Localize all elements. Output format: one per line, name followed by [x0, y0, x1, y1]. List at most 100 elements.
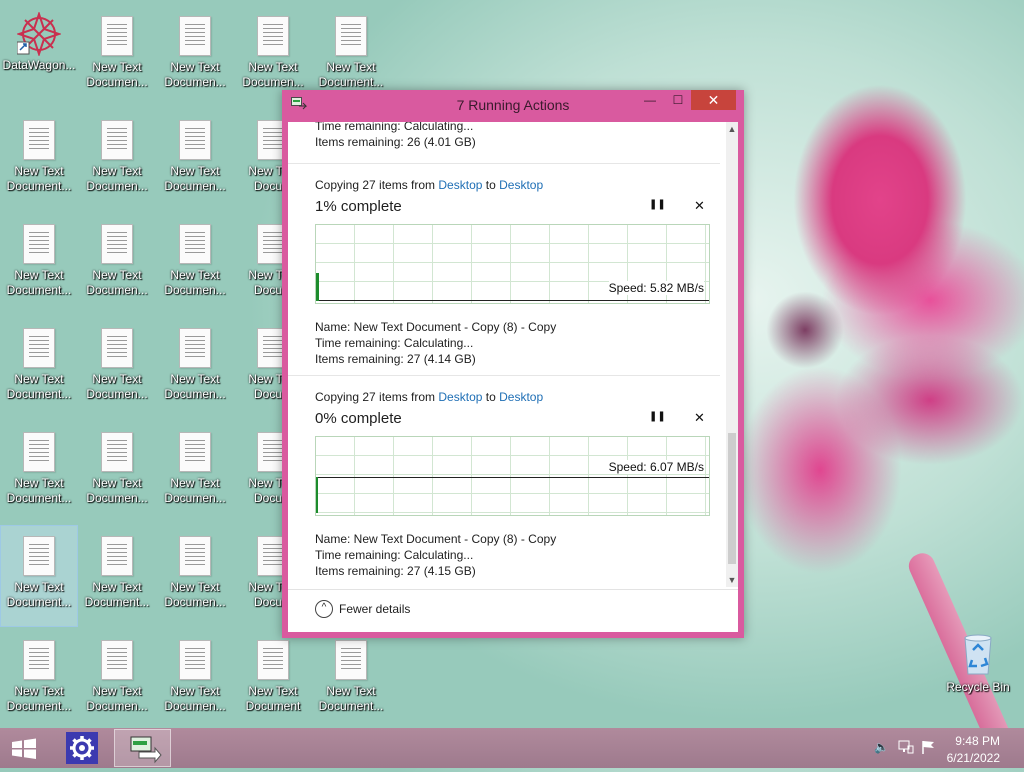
- items-remaining: Items remaining: 27 (4.14 GB): [315, 352, 476, 366]
- desktop-icon-label: New Text Documen...: [164, 684, 226, 713]
- text-document-icon: [179, 328, 211, 368]
- maximize-button[interactable]: ☐: [664, 90, 692, 110]
- desktop-icon-text-document[interactable]: New Text Documen...: [157, 526, 233, 626]
- desktop-icon-text-document[interactable]: New Text Documen...: [79, 110, 155, 210]
- desktop-icon-text-document[interactable]: New Text Documen...: [79, 422, 155, 522]
- text-document-icon: [101, 120, 133, 160]
- desktop-icon-recycle-bin[interactable]: Recycle Bin: [940, 626, 1016, 726]
- text-document-icon: [23, 120, 55, 160]
- text-document-icon: [335, 640, 367, 680]
- title-bar[interactable]: 7 Running Actions — ☐ ✕: [282, 90, 744, 120]
- desktop-icon-label: New Text Document: [245, 684, 301, 713]
- desktop-icon-text-document[interactable]: New Text Document...: [1, 214, 77, 314]
- destination-link[interactable]: Desktop: [499, 178, 543, 192]
- desktop-icon-label: New Text Documen...: [164, 476, 226, 505]
- text-document-icon: [101, 16, 133, 56]
- desktop-icon-text-document[interactable]: New Text Documen...: [79, 630, 155, 730]
- text-document-icon: [257, 640, 289, 680]
- time-remaining: Time remaining: Calculating...: [315, 122, 474, 133]
- details-footer: ^ Fewer details: [288, 589, 738, 633]
- desktop-icon-text-document[interactable]: New Text Documen...: [157, 422, 233, 522]
- source-link[interactable]: Desktop: [438, 178, 482, 192]
- text-document-icon: [257, 16, 289, 56]
- desktop-icon-text-document[interactable]: New Text Document...: [313, 630, 389, 730]
- recycle-bin-icon: [961, 632, 995, 676]
- text-document-icon: [23, 432, 55, 472]
- time-remaining: Time remaining: Calculating...: [315, 336, 474, 350]
- text-document-icon: [179, 120, 211, 160]
- time-remaining: Time remaining: Calculating...: [315, 548, 474, 562]
- desktop-icon-text-document[interactable]: New Text Documen...: [157, 6, 233, 106]
- close-button[interactable]: ✕: [691, 90, 736, 110]
- desktop-icon-text-document[interactable]: New Text Document...: [0, 525, 78, 627]
- clock[interactable]: 9:48 PM 6/21/2022: [947, 733, 1000, 767]
- scrollbar-thumb[interactable]: [728, 433, 736, 564]
- text-document-icon: [23, 224, 55, 264]
- file-copy-taskbar-button[interactable]: [114, 729, 171, 767]
- action-center-flag-icon[interactable]: [921, 740, 937, 757]
- volume-muted-icon[interactable]: 🔈: [874, 740, 889, 754]
- cancel-button[interactable]: ✕: [694, 410, 705, 426]
- start-button[interactable]: [6, 729, 42, 767]
- desktop-icon-label: New Text Document...: [6, 268, 72, 297]
- scroll-up-icon[interactable]: ▲: [726, 124, 738, 134]
- desktop-icon-label: New Text Documen...: [164, 164, 226, 193]
- desktop-icon-text-document[interactable]: New Text Documen...: [157, 318, 233, 418]
- text-document-icon: [101, 224, 133, 264]
- text-document-icon: [101, 328, 133, 368]
- file-name: Name: New Text Document - Copy (8) - Cop…: [315, 532, 557, 546]
- desktop-icon-text-document[interactable]: New Text Documen...: [157, 214, 233, 314]
- vertical-scrollbar[interactable]: ▲ ▼: [726, 122, 738, 587]
- chevron-up-icon: ^: [315, 600, 333, 618]
- speed-label: Speed: 5.82 MB/s: [608, 281, 704, 295]
- clock-time: 9:48 PM: [955, 734, 1000, 748]
- items-remaining: Items remaining: 26 (4.01 GB): [315, 135, 476, 149]
- speed-label: Speed: 6.07 MB/s: [608, 460, 704, 474]
- desktop-icon-text-document[interactable]: New Text Documen...: [79, 6, 155, 106]
- destination-link[interactable]: Desktop: [499, 390, 543, 404]
- desktop-icon-text-document[interactable]: New Text Document...: [1, 422, 77, 522]
- cancel-button[interactable]: ✕: [694, 198, 705, 214]
- progress-fill: [316, 477, 318, 513]
- desktop-icon-label: New Text Documen...: [86, 372, 148, 401]
- desktop-icon-text-document[interactable]: New Text Document...: [1, 630, 77, 730]
- desktop-icon-label: New Text Document...: [6, 476, 72, 505]
- pause-button[interactable]: ❚❚: [649, 199, 666, 210]
- text-document-icon: [179, 536, 211, 576]
- network-icon[interactable]: [898, 740, 914, 757]
- text-document-icon: [179, 432, 211, 472]
- desktop-icon-text-document[interactable]: New Text Document...: [1, 318, 77, 418]
- desktop-icon-label: New Text Documen...: [164, 580, 226, 609]
- desktop-icon-text-document[interactable]: New Text Documen...: [79, 214, 155, 314]
- desktop-icon-label: New Text Documen...: [242, 60, 304, 89]
- source-link[interactable]: Desktop: [438, 390, 482, 404]
- desktop-icon-text-document[interactable]: New Text Documen...: [79, 318, 155, 418]
- speed-line: [319, 300, 709, 301]
- copy-operation-1: Copying 27 items from Desktop to Desktop…: [288, 164, 720, 376]
- desktop-icon-label: New Text Document...: [318, 60, 384, 89]
- text-document-icon: [101, 640, 133, 680]
- desktop-icon-text-document[interactable]: New Text Documen...: [157, 110, 233, 210]
- fewer-details-button[interactable]: ^ Fewer details: [315, 600, 410, 618]
- desktop-icon-text-document[interactable]: New Text Documen...: [157, 630, 233, 730]
- desktop-icon-text-document[interactable]: New Text Document...: [1, 110, 77, 210]
- desktop-icon-text-document[interactable]: New Text Document...: [79, 526, 155, 626]
- minimize-button[interactable]: —: [636, 90, 664, 110]
- pause-button[interactable]: ❚❚: [649, 411, 666, 422]
- desktop-icon-label: New Text Document...: [6, 580, 72, 609]
- speed-line: [318, 477, 709, 478]
- running-actions-window[interactable]: 7 Running Actions — ☐ ✕ Time remaining: …: [282, 90, 744, 638]
- desktop-icon-datawagon[interactable]: DataWagon...: [1, 6, 77, 106]
- desktop-icon-text-document[interactable]: New Text Document: [235, 630, 311, 730]
- speed-graph: Speed: 5.82 MB/s: [315, 224, 710, 304]
- desktop-icon-label: New Text Documen...: [164, 268, 226, 297]
- settings-taskbar-button[interactable]: [66, 732, 98, 764]
- text-document-icon: [101, 432, 133, 472]
- text-document-icon: [179, 16, 211, 56]
- desktop-icon-label: New Text Documen...: [86, 684, 148, 713]
- percent-complete: 1% complete: [315, 198, 402, 215]
- desktop-icon-label: New Text Document...: [6, 684, 72, 713]
- scroll-down-icon[interactable]: ▼: [726, 575, 738, 585]
- desktop-icon-label: Recycle Bin: [946, 680, 1010, 694]
- copy-action-icon: [130, 736, 162, 764]
